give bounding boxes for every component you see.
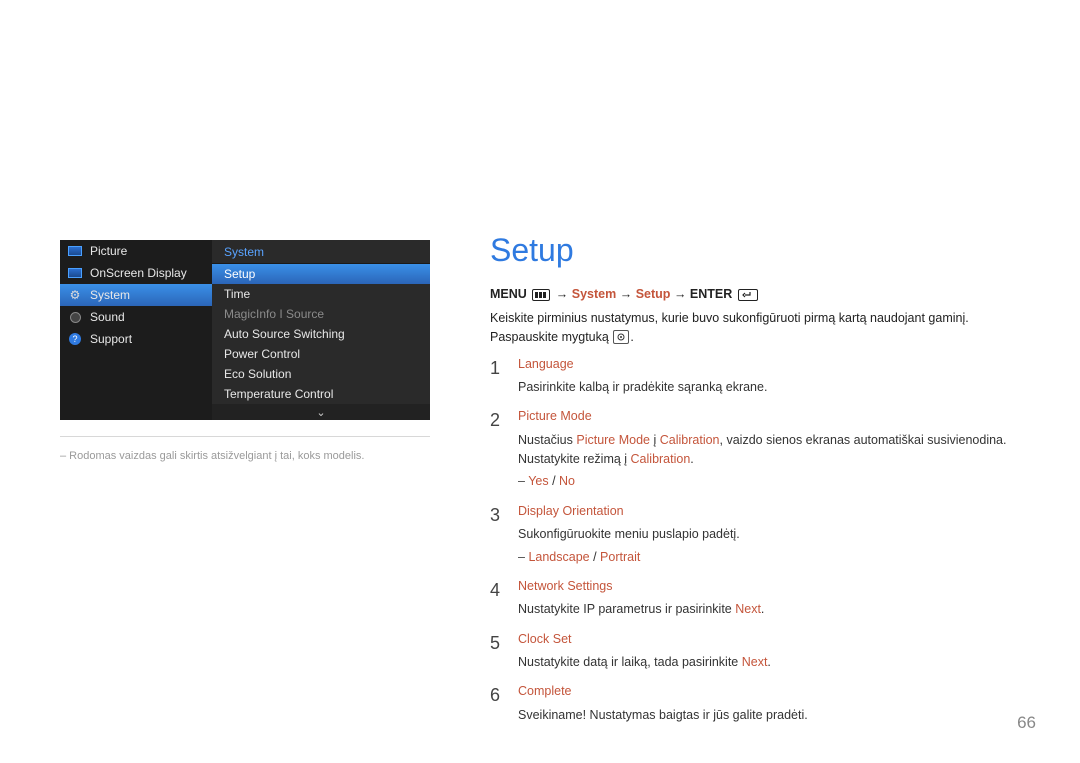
osd-right-item[interactable]: Eco Solution bbox=[212, 364, 430, 384]
highlight-term: Calibration bbox=[660, 433, 720, 447]
osd-left-label: Sound bbox=[90, 310, 125, 324]
gear-icon: ⚙ bbox=[68, 288, 82, 302]
chevron-down-icon: ⌄ bbox=[212, 404, 430, 420]
text: . bbox=[690, 452, 693, 466]
highlight-term: No bbox=[559, 474, 575, 488]
intro-text: Keiskite pirminius nustatymus, kurie buv… bbox=[490, 309, 1030, 347]
breadcrumb: MENU → System → Setup → ENTER bbox=[490, 287, 1030, 301]
step-title: Network Settings bbox=[518, 577, 1030, 596]
osd-right-item[interactable]: Temperature Control bbox=[212, 384, 430, 404]
step-title: Language bbox=[518, 355, 1030, 374]
osd-left-item[interactable]: OnScreen Display bbox=[60, 262, 212, 284]
text: Nustatykite datą ir laiką, tada pasirink… bbox=[518, 655, 742, 669]
osd-right-item[interactable]: Time bbox=[212, 284, 430, 304]
intro-c: . bbox=[630, 330, 633, 344]
step-line: Nustatykite IP parametrus ir pasirinkite… bbox=[518, 600, 1030, 619]
step-title: Clock Set bbox=[518, 630, 1030, 649]
menu-key-icon bbox=[530, 289, 552, 301]
text: / bbox=[549, 474, 559, 488]
osd-menu: Picture OnScreen Display ⚙ System Sound? Supp… bbox=[60, 240, 430, 420]
divider bbox=[60, 436, 430, 437]
step-item: Network Settings Nustatykite IP parametru… bbox=[490, 577, 1030, 620]
osd-right-panel: System SetupTimeMagicInfo I SourceAuto S… bbox=[212, 240, 430, 420]
step-sub-line: Landscape / Portrait bbox=[518, 548, 1030, 567]
highlight-term: Next bbox=[742, 655, 768, 669]
step-item: Picture ModeNustačius Picture Mode į Cal… bbox=[490, 407, 1030, 492]
content-column: Setup MENU → System → Setup → ENTER Keis… bbox=[490, 232, 1030, 735]
step-title: Picture Mode bbox=[518, 407, 1030, 426]
osd-right-item[interactable]: Setup bbox=[212, 264, 430, 284]
steps-list: Language Pasirinkite kalbą ir pradėkite s… bbox=[490, 355, 1030, 726]
step-line: Nustačius Picture Mode į Calibration, va… bbox=[518, 431, 1030, 470]
step-item: Clock Set Nustatykite datą ir laiką, tada… bbox=[490, 630, 1030, 673]
osd-left-item[interactable]: ? Support bbox=[60, 328, 212, 350]
highlight-term: Picture Mode bbox=[576, 433, 650, 447]
highlight-term: Next bbox=[735, 602, 761, 616]
osd-left-panel: Picture OnScreen Display ⚙ System Sound? Supp… bbox=[60, 240, 212, 420]
picture-icon bbox=[68, 244, 82, 258]
page: Picture OnScreen Display ⚙ System Sound? Supp… bbox=[0, 0, 1080, 763]
osd-left-label: Support bbox=[90, 332, 132, 346]
text: į bbox=[650, 433, 660, 447]
keycap-icon bbox=[613, 330, 629, 344]
arrow-icon: → bbox=[556, 287, 569, 301]
step-line: Nustatykite datą ir laiką, tada pasirink… bbox=[518, 653, 1030, 672]
highlight-term: Landscape bbox=[528, 550, 589, 564]
osd-left-item[interactable]: Picture bbox=[60, 240, 212, 262]
step-item: Language Pasirinkite kalbą ir pradėkite s… bbox=[490, 355, 1030, 398]
osd-left-item[interactable]: ⚙ System bbox=[60, 284, 212, 306]
page-number: 66 bbox=[1017, 713, 1036, 733]
text: Nustačius bbox=[518, 433, 576, 447]
step-item: Complete Sveikiname! Nustatymas baigtas i… bbox=[490, 682, 1030, 725]
enter-key-icon bbox=[736, 289, 760, 301]
osd-left-label: System bbox=[90, 288, 130, 302]
osd-right-item[interactable]: Auto Source Switching bbox=[212, 324, 430, 344]
step-item: Display Orientation Sukonfigūruokite meni… bbox=[490, 502, 1030, 567]
osd-left-label: Picture bbox=[90, 244, 127, 258]
step-line: Sveikiname! Nustatymas baigtas ir jūs ga… bbox=[518, 706, 1030, 725]
step-line: Pasirinkite kalbą ir pradėkite sąranką e… bbox=[518, 378, 1030, 397]
breadcrumb-setup: Setup bbox=[636, 287, 671, 301]
highlight-term: Calibration bbox=[631, 452, 691, 466]
help-icon: ? bbox=[68, 332, 82, 346]
step-title: Complete bbox=[518, 682, 1030, 701]
osd-right-item[interactable]: MagicInfo I Source bbox=[212, 304, 430, 324]
text: Nustatykite IP parametrus ir pasirinkite bbox=[518, 602, 735, 616]
arrow-icon: → bbox=[620, 287, 633, 301]
text: . bbox=[767, 655, 770, 669]
osd-left-label: OnScreen Display bbox=[90, 266, 187, 280]
step-sub-line: Yes / No bbox=[518, 472, 1030, 491]
osd-right-title: System bbox=[212, 240, 430, 264]
arrow-icon: → bbox=[674, 287, 687, 301]
intro-b: mygtuką bbox=[562, 330, 609, 344]
step-line: Sukonfigūruokite meniu puslapio padėtį. bbox=[518, 525, 1030, 544]
osd-footnote: – Rodomas vaizdas gali skirtis atsižvelg… bbox=[60, 450, 440, 462]
text: . bbox=[761, 602, 764, 616]
highlight-term: Yes bbox=[528, 474, 548, 488]
picture-icon bbox=[68, 266, 82, 280]
sound-icon bbox=[68, 310, 82, 324]
breadcrumb-system: System bbox=[572, 287, 616, 301]
osd-left-item[interactable]: Sound bbox=[60, 306, 212, 328]
breadcrumb-enter: ENTER bbox=[690, 287, 732, 301]
text: / bbox=[590, 550, 600, 564]
osd-right-item[interactable]: Power Control bbox=[212, 344, 430, 364]
page-title: Setup bbox=[490, 232, 1030, 269]
step-title: Display Orientation bbox=[518, 502, 1030, 521]
breadcrumb-menu: MENU bbox=[490, 287, 527, 301]
highlight-term: Portrait bbox=[600, 550, 640, 564]
